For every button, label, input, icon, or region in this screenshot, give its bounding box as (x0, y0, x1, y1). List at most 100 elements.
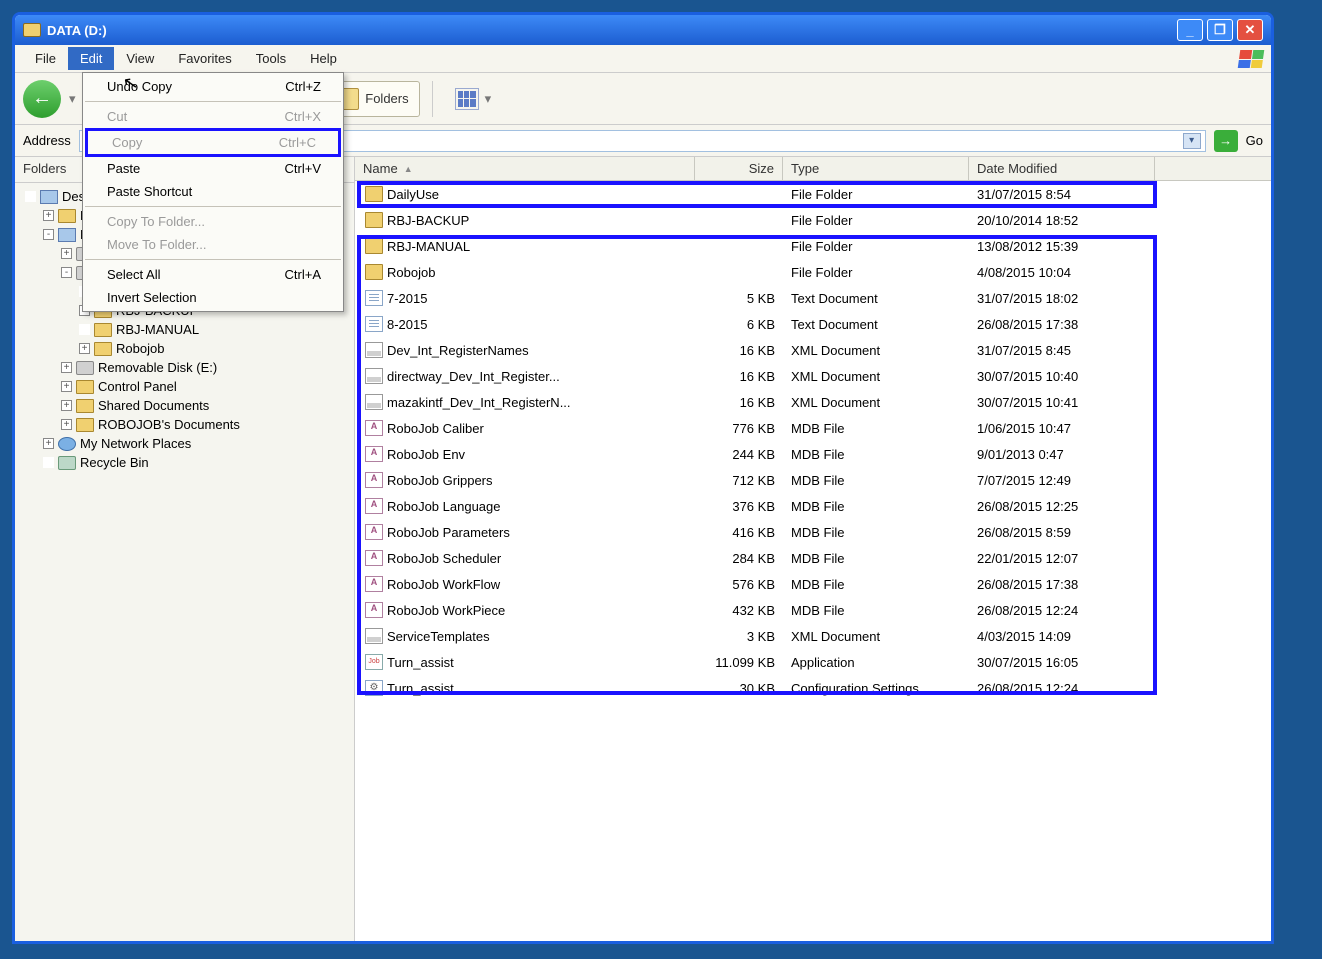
collapse-icon[interactable]: - (61, 267, 72, 278)
expand-icon[interactable]: + (61, 419, 72, 430)
titlebar[interactable]: DATA (D:) _ ❐ ✕ (15, 15, 1271, 45)
tree-item[interactable]: +Robojob (25, 339, 354, 358)
edit-menu-item[interactable]: PasteCtrl+V (83, 157, 343, 180)
tree-item[interactable]: Recycle Bin (25, 453, 354, 472)
back-chevron-icon[interactable]: ▾ (69, 91, 76, 107)
tree-item-label: Control Panel (98, 379, 177, 394)
file-size: 284 KB (695, 551, 783, 566)
file-row[interactable]: RBJ-BACKUPFile Folder20/10/2014 18:52 (355, 207, 1271, 233)
file-name: RBJ-MANUAL (387, 239, 470, 254)
file-row[interactable]: RoboJob WorkPiece432 KBMDB File26/08/201… (355, 597, 1271, 623)
file-date: 1/06/2015 10:47 (969, 421, 1155, 436)
go-button[interactable]: → (1214, 130, 1238, 152)
menu-help[interactable]: Help (298, 47, 349, 70)
file-row[interactable]: 7-20155 KBText Document31/07/2015 18:02 (355, 285, 1271, 311)
file-date: 30/07/2015 10:40 (969, 369, 1155, 384)
file-row[interactable]: RobojobFile Folder4/08/2015 10:04 (355, 259, 1271, 285)
file-name: Turn_assist (387, 655, 454, 670)
file-icon (365, 628, 383, 644)
file-size: 5 KB (695, 291, 783, 306)
edit-menu-item[interactable]: Select AllCtrl+A (83, 263, 343, 286)
file-icon (365, 680, 383, 696)
file-row[interactable]: RoboJob Scheduler284 KBMDB File22/01/201… (355, 545, 1271, 571)
file-row[interactable]: 8-20156 KBText Document26/08/2015 17:38 (355, 311, 1271, 337)
file-size: 576 KB (695, 577, 783, 592)
menubar: File Edit View Favorites Tools Help (15, 45, 1271, 73)
file-row[interactable]: DailyUseFile Folder31/07/2015 8:54 (355, 181, 1271, 207)
close-button[interactable]: ✕ (1237, 19, 1263, 41)
expand-icon[interactable]: + (61, 248, 72, 259)
menu-edit[interactable]: Edit (68, 47, 114, 70)
views-button[interactable]: ▾ (445, 82, 502, 116)
file-row[interactable]: Turn_assist30 KBConfiguration Settings26… (355, 675, 1271, 701)
tree-item[interactable]: + Control Panel (25, 377, 354, 396)
column-name[interactable]: Name▲ (355, 157, 695, 180)
tree-item[interactable]: RBJ-MANUAL (25, 320, 354, 339)
file-name: RoboJob Parameters (387, 525, 510, 540)
tree-item[interactable]: + Shared Documents (25, 396, 354, 415)
expand-icon[interactable]: + (79, 343, 90, 354)
file-row[interactable]: RoboJob WorkFlow576 KBMDB File26/08/2015… (355, 571, 1271, 597)
expand-icon[interactable]: + (61, 400, 72, 411)
file-row[interactable]: RoboJob Language376 KBMDB File26/08/2015… (355, 493, 1271, 519)
column-size[interactable]: Size (695, 157, 783, 180)
tree-item[interactable]: +ROBOJOB's Documents (25, 415, 354, 434)
expand-icon[interactable]: + (43, 210, 54, 221)
file-type: XML Document (783, 343, 969, 358)
file-row[interactable]: mazakintf_Dev_Int_RegisterN...16 KBXML D… (355, 389, 1271, 415)
folder-icon (76, 418, 94, 432)
column-date[interactable]: Date Modified (969, 157, 1155, 180)
network-icon (58, 437, 76, 451)
maximize-button[interactable]: ❐ (1207, 19, 1233, 41)
file-row[interactable]: Dev_Int_RegisterNames16 KBXML Document31… (355, 337, 1271, 363)
file-date: 4/08/2015 10:04 (969, 265, 1155, 280)
file-name: Turn_assist (387, 681, 454, 696)
list-header: Name▲ Size Type Date Modified (355, 157, 1271, 181)
expand-icon[interactable]: + (61, 362, 72, 373)
file-row[interactable]: directway_Dev_Int_Register...16 KBXML Do… (355, 363, 1271, 389)
tree-item-label: Shared Documents (98, 398, 209, 413)
collapse-icon[interactable]: - (43, 229, 54, 240)
minimize-button[interactable]: _ (1177, 19, 1203, 41)
explorer-window: DATA (D:) _ ❐ ✕ File Edit View Favorites… (12, 12, 1274, 944)
back-button[interactable]: ← (23, 80, 61, 118)
tree-item[interactable]: + Removable Disk (E:) (25, 358, 354, 377)
file-type: Text Document (783, 317, 969, 332)
file-row[interactable]: Turn_assist11.099 KBApplication30/07/201… (355, 649, 1271, 675)
file-date: 31/07/2015 18:02 (969, 291, 1155, 306)
address-chevron-icon[interactable]: ▾ (1183, 133, 1201, 149)
expand-icon[interactable]: + (61, 381, 72, 392)
file-row[interactable]: ServiceTemplates3 KBXML Document4/03/201… (355, 623, 1271, 649)
file-icon (365, 368, 383, 384)
file-type: MDB File (783, 551, 969, 566)
tree-item-label: Removable Disk (E:) (98, 360, 217, 375)
file-size: 16 KB (695, 395, 783, 410)
menu-view[interactable]: View (114, 47, 166, 70)
file-row[interactable]: RBJ-MANUALFile Folder13/08/2012 15:39 (355, 233, 1271, 259)
file-date: 26/08/2015 17:38 (969, 317, 1155, 332)
file-size: 11.099 KB (695, 655, 783, 670)
file-type: MDB File (783, 577, 969, 592)
computer-icon (58, 228, 76, 242)
file-date: 22/01/2015 12:07 (969, 551, 1155, 566)
file-row[interactable]: RoboJob Env244 KBMDB File9/01/2013 0:47 (355, 441, 1271, 467)
column-type[interactable]: Type (783, 157, 969, 180)
go-label: Go (1246, 133, 1263, 148)
menu-favorites[interactable]: Favorites (166, 47, 243, 70)
file-name: DailyUse (387, 187, 439, 202)
spacer (79, 324, 90, 335)
file-type: File Folder (783, 239, 969, 254)
file-row[interactable]: RoboJob Grippers712 KBMDB File7/07/2015 … (355, 467, 1271, 493)
menu-tools[interactable]: Tools (244, 47, 298, 70)
tree-item[interactable]: +My Network Places (25, 434, 354, 453)
recycle-bin-icon (58, 456, 76, 470)
file-icon (365, 498, 383, 514)
file-icon (365, 238, 383, 254)
file-size: 376 KB (695, 499, 783, 514)
expand-icon[interactable]: + (43, 438, 54, 449)
file-row[interactable]: RoboJob Caliber776 KBMDB File1/06/2015 1… (355, 415, 1271, 441)
menu-file[interactable]: File (23, 47, 68, 70)
edit-menu-item[interactable]: Paste Shortcut (83, 180, 343, 203)
file-row[interactable]: RoboJob Parameters416 KBMDB File26/08/20… (355, 519, 1271, 545)
edit-menu-item[interactable]: Invert Selection (83, 286, 343, 309)
